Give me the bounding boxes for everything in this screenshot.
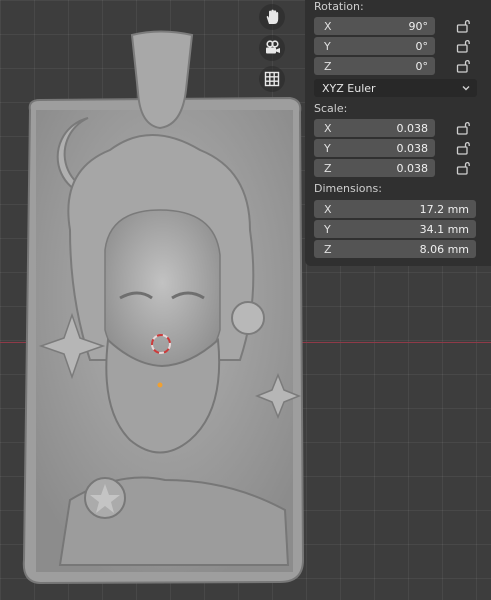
field-value: 0.038 [396, 141, 429, 155]
rotation-label: Rotation: [314, 0, 364, 13]
chevron-down-icon [462, 86, 470, 91]
lock-open-icon[interactable] [456, 39, 470, 53]
axis-label: X [324, 202, 332, 216]
scale-label: Scale: [314, 102, 348, 115]
field-value: 17.2 mm [419, 202, 469, 216]
lock-open-icon[interactable] [456, 141, 470, 155]
field-value: 0.038 [396, 121, 429, 135]
lock-open-icon[interactable] [456, 121, 470, 135]
scale-z-field[interactable]: Z 0.038 [314, 159, 435, 177]
hand-pan-icon[interactable] [259, 4, 285, 30]
rotation-y-field[interactable]: Y 0° [314, 37, 435, 55]
field-value: 90° [408, 19, 429, 33]
lock-open-icon[interactable] [456, 161, 470, 175]
axis-label: Y [324, 39, 331, 53]
field-value: 0.038 [396, 161, 429, 175]
scale-y-field[interactable]: Y 0.038 [314, 139, 435, 157]
axis-label: Y [324, 141, 331, 155]
dimensions-label: Dimensions: [314, 182, 382, 195]
scale-x-field[interactable]: X 0.038 [314, 119, 435, 137]
rotation-x-field[interactable]: X 90° [314, 17, 435, 35]
field-value: 8.06 mm [419, 242, 469, 256]
field-value: 0° [415, 59, 429, 73]
axis-label: X [324, 121, 332, 135]
axis-label: Z [324, 59, 332, 73]
rotation-z-field[interactable]: Z 0° [314, 57, 435, 75]
grid-icon[interactable] [259, 66, 285, 92]
rotation-mode-dropdown[interactable]: XYZ Euler [314, 79, 477, 97]
field-value: 34.1 mm [419, 222, 469, 236]
axis-label: Y [324, 222, 331, 236]
rotation-mode-value: XYZ Euler [322, 81, 376, 95]
axis-label: Z [324, 242, 332, 256]
camera-icon[interactable] [259, 35, 285, 61]
field-value: 0° [415, 39, 429, 53]
viewport-navigation [259, 4, 289, 97]
lock-open-icon[interactable] [456, 19, 470, 33]
axis-label: X [324, 19, 332, 33]
transform-panel: Rotation: X 90° Y 0° Z 0° XYZ Euler Scal… [305, 0, 491, 266]
dimensions-z-field[interactable]: Z 8.06 mm [314, 240, 476, 258]
dimensions-y-field[interactable]: Y 34.1 mm [314, 220, 476, 238]
lock-open-icon[interactable] [456, 59, 470, 73]
dimensions-x-field[interactable]: X 17.2 mm [314, 200, 476, 218]
axis-label: Z [324, 161, 332, 175]
